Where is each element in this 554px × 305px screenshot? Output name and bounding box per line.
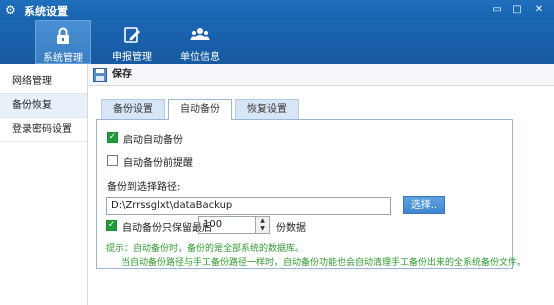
tip-line-1: 提示：自动备份时，备份的是全部系统的数据库。 (106, 244, 305, 254)
remind-before-backup-checkbox[interactable] (107, 155, 118, 166)
sidebar-item-backup-restore[interactable]: 备份恢复 (0, 94, 87, 118)
stepper-down-icon[interactable]: ▼ (256, 225, 269, 233)
save-button-label: 保存 (112, 69, 132, 80)
main-content: 保存 备份设置 自动备份 恢复设置 ✓ 启动自动备份 自动备份前提醒 备份到选择… (88, 64, 554, 305)
window-title: 系统设置 (24, 5, 68, 18)
toolbar-label: 系统管理 (43, 53, 83, 64)
enable-auto-backup-checkbox[interactable]: ✓ (107, 132, 118, 143)
enable-auto-backup-label: 启动自动备份 (123, 135, 183, 146)
save-icon (93, 68, 107, 82)
sidebar-item-label: 登录密码设置 (12, 124, 72, 135)
save-button[interactable]: 保存 (92, 67, 136, 83)
minimize-icon[interactable]: ▭ (490, 3, 504, 17)
toolbar-unit-info[interactable]: 单位信息 (172, 20, 228, 64)
toolbar-declaration-management[interactable]: 申报管理 (104, 20, 160, 64)
browse-button[interactable]: 选择.. (403, 196, 445, 214)
keep-unit-label: 份数据 (276, 223, 306, 234)
close-icon[interactable]: ✕ (532, 3, 546, 17)
tab-label: 恢复设置 (247, 104, 287, 115)
keep-count-stepper[interactable]: ▲ ▼ (256, 216, 270, 234)
tab-backup-settings[interactable]: 备份设置 (101, 99, 165, 119)
toolbar-label: 单位信息 (180, 52, 220, 63)
sidebar-item-network-management[interactable]: 网络管理 (0, 70, 87, 94)
backup-path-label: 备份到选择路径: (107, 182, 181, 193)
remind-before-backup-label: 自动备份前提醒 (123, 158, 193, 169)
top-toolbar: 系统管理 申报管理 单位信息 (0, 20, 554, 64)
action-bar: 保存 (88, 64, 554, 86)
edit-icon (124, 27, 140, 43)
sidebar-item-login-password[interactable]: 登录密码设置 (0, 118, 87, 142)
sidebar-item-label: 网络管理 (12, 76, 52, 87)
settings-gear-icon: ⚙ (5, 3, 16, 17)
toolbar-label: 申报管理 (112, 52, 152, 63)
stepper-up-icon[interactable]: ▲ (256, 217, 269, 225)
keep-count-input[interactable]: 100 (198, 216, 256, 234)
tab-restore-settings[interactable]: 恢复设置 (235, 99, 299, 119)
backup-path-input[interactable]: D:\Zrrssglxt\dataBackup (106, 197, 391, 215)
lock-icon (57, 27, 69, 44)
title-bar: ⚙ 系统设置 ▭ □ ✕ (0, 0, 554, 20)
tab-label: 备份设置 (113, 104, 153, 115)
sidebar: 网络管理 备份恢复 登录密码设置 (0, 64, 88, 305)
tab-label: 自动备份 (180, 104, 220, 115)
tab-auto-backup[interactable]: 自动备份 (168, 99, 232, 120)
sidebar-item-label: 备份恢复 (12, 100, 52, 111)
maximize-icon[interactable]: □ (510, 3, 524, 17)
tip-line-2: 当自动备份路径与手工备份路径一样时，自动备份功能也会自动清理手工备份出来的全系统… (121, 258, 527, 268)
keep-last-checkbox[interactable]: ✓ (106, 220, 117, 231)
users-icon (190, 28, 210, 40)
toolbar-system-management[interactable]: 系统管理 (35, 20, 91, 64)
